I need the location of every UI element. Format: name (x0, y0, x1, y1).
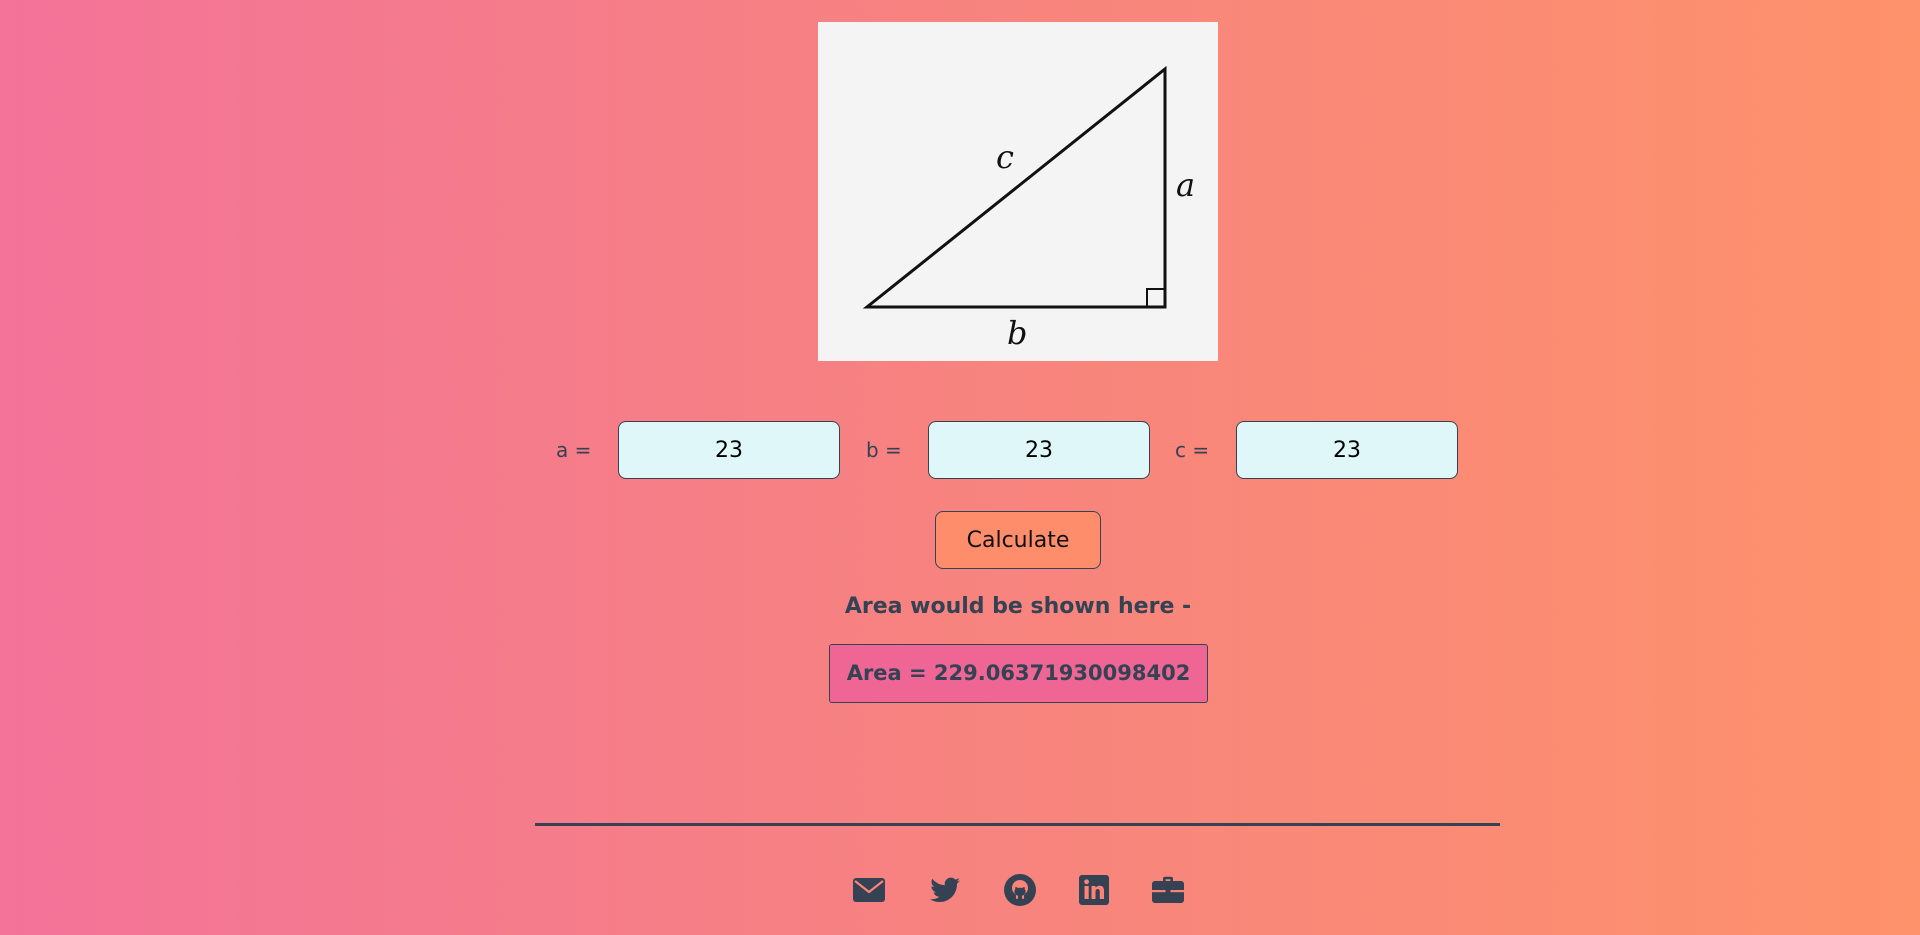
triangle-shape (862, 65, 1167, 309)
side-b-input-label: b = (866, 438, 902, 462)
side-a-input-label: a = (556, 438, 592, 462)
side-b-input[interactable] (928, 421, 1150, 479)
github-icon (1004, 874, 1036, 906)
envelope-icon (853, 878, 885, 902)
calculate-button[interactable]: Calculate (935, 511, 1101, 569)
side-c-label: c (996, 138, 1014, 176)
area-result: Area = 229.06371930098402 (829, 644, 1208, 703)
side-b-label: b (1007, 314, 1027, 352)
side-a-label: a (1176, 166, 1195, 204)
twitter-icon (930, 877, 960, 902)
side-c-input[interactable] (1236, 421, 1458, 479)
side-inputs-row: a = b = c = (0, 421, 1920, 479)
right-triangle-diagram: c a b (862, 65, 1195, 352)
triangle-figure: c a b (818, 22, 1218, 361)
footer-divider (535, 823, 1500, 826)
linkedin-icon (1079, 875, 1109, 905)
twitter-link[interactable] (927, 872, 963, 908)
linkedin-link[interactable] (1076, 872, 1112, 908)
side-a-input[interactable] (618, 421, 840, 479)
briefcase-icon (1152, 876, 1184, 903)
side-c-input-label: c = (1175, 438, 1210, 462)
social-links (0, 872, 1920, 908)
portfolio-link[interactable] (1150, 872, 1186, 908)
right-angle-marker (1146, 288, 1166, 308)
email-link[interactable] (851, 872, 887, 908)
github-link[interactable] (1002, 872, 1038, 908)
area-heading: Area would be shown here - (844, 594, 1192, 619)
